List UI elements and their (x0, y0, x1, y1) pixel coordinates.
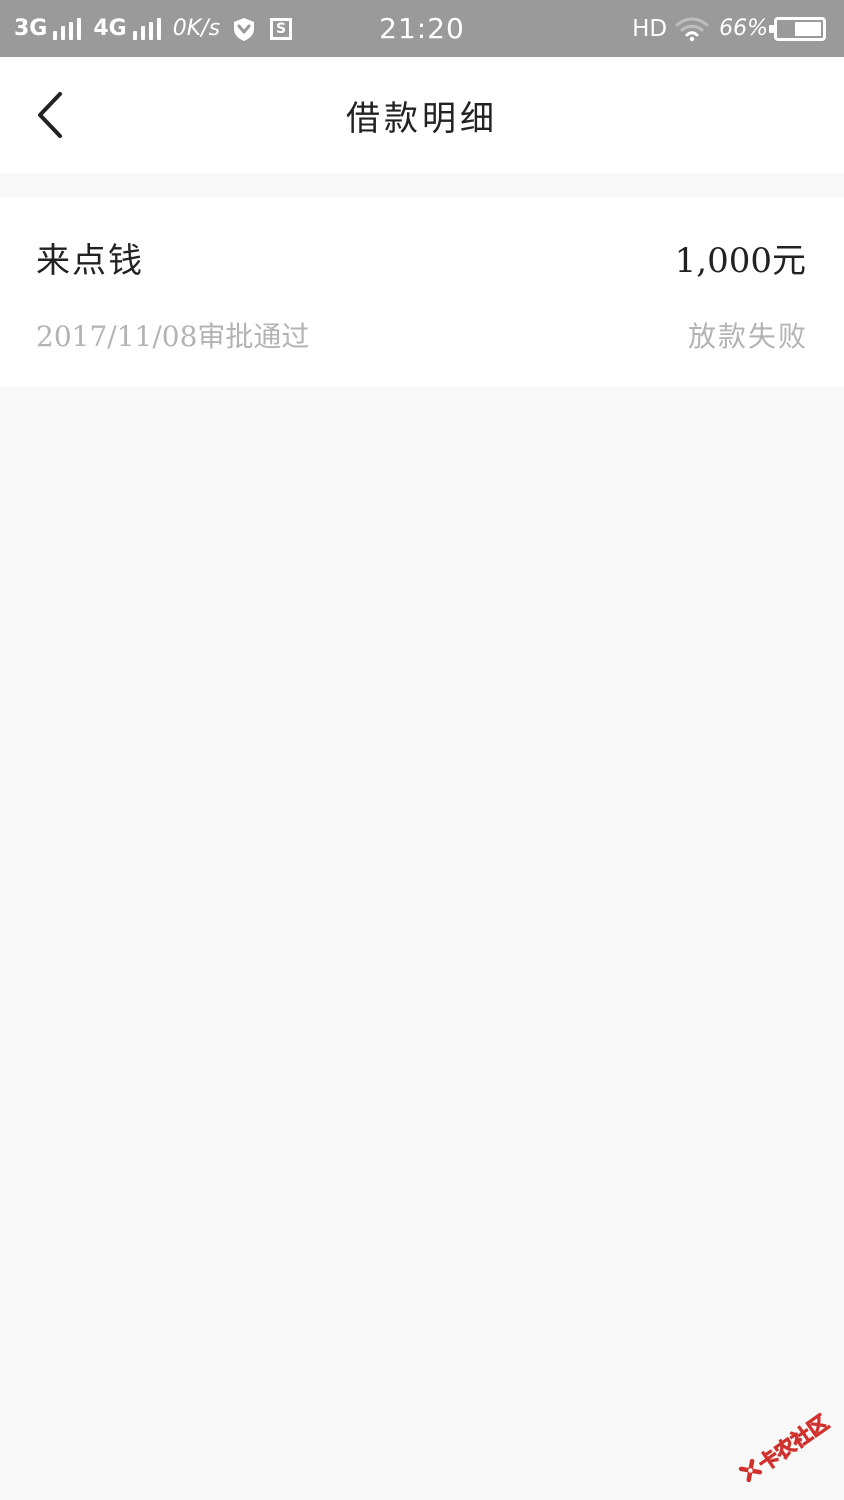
network-type-2: 4G (93, 16, 127, 41)
signal-icon (132, 17, 161, 40)
battery-icon (769, 16, 826, 41)
hd-label: HD (632, 15, 668, 42)
status-bar-left: 3G 4G 0K/s S (14, 16, 422, 42)
loan-record-item[interactable]: 来点钱 1,000元 2017/11/08审批通过 放款失败 (0, 197, 844, 386)
watermark: 卡农社区 (723, 1390, 844, 1500)
back-button[interactable] (22, 85, 78, 145)
status-bar: 3G 4G 0K/s S 21:20 HD 66% (0, 0, 844, 57)
wifi-icon (675, 17, 709, 41)
approval-info: 2017/11/08审批通过 (36, 320, 310, 353)
status-bar-right: HD 66% (422, 16, 830, 42)
watermark-text: 卡农社区 (753, 1409, 833, 1476)
shield-icon (234, 17, 255, 41)
network-type-1: 3G (14, 16, 48, 41)
page-title: 借款明细 (346, 98, 498, 139)
signal-icon (53, 17, 82, 40)
lender-name: 来点钱 (36, 241, 144, 281)
header: 借款明细 (0, 57, 844, 173)
network-speed: 0K/s (172, 16, 221, 41)
chevron-left-icon (38, 92, 62, 138)
battery-percent: 66% (719, 16, 768, 41)
loan-details-screen: 3G 4G 0K/s S 21:20 HD 66% 借款明细 来点钱 1,000… (0, 0, 844, 1500)
loan-status: 放款失败 (687, 320, 808, 353)
battery-fill (794, 21, 821, 36)
s-box-icon: S (270, 17, 293, 40)
loan-amount: 1,000元 (674, 241, 806, 281)
